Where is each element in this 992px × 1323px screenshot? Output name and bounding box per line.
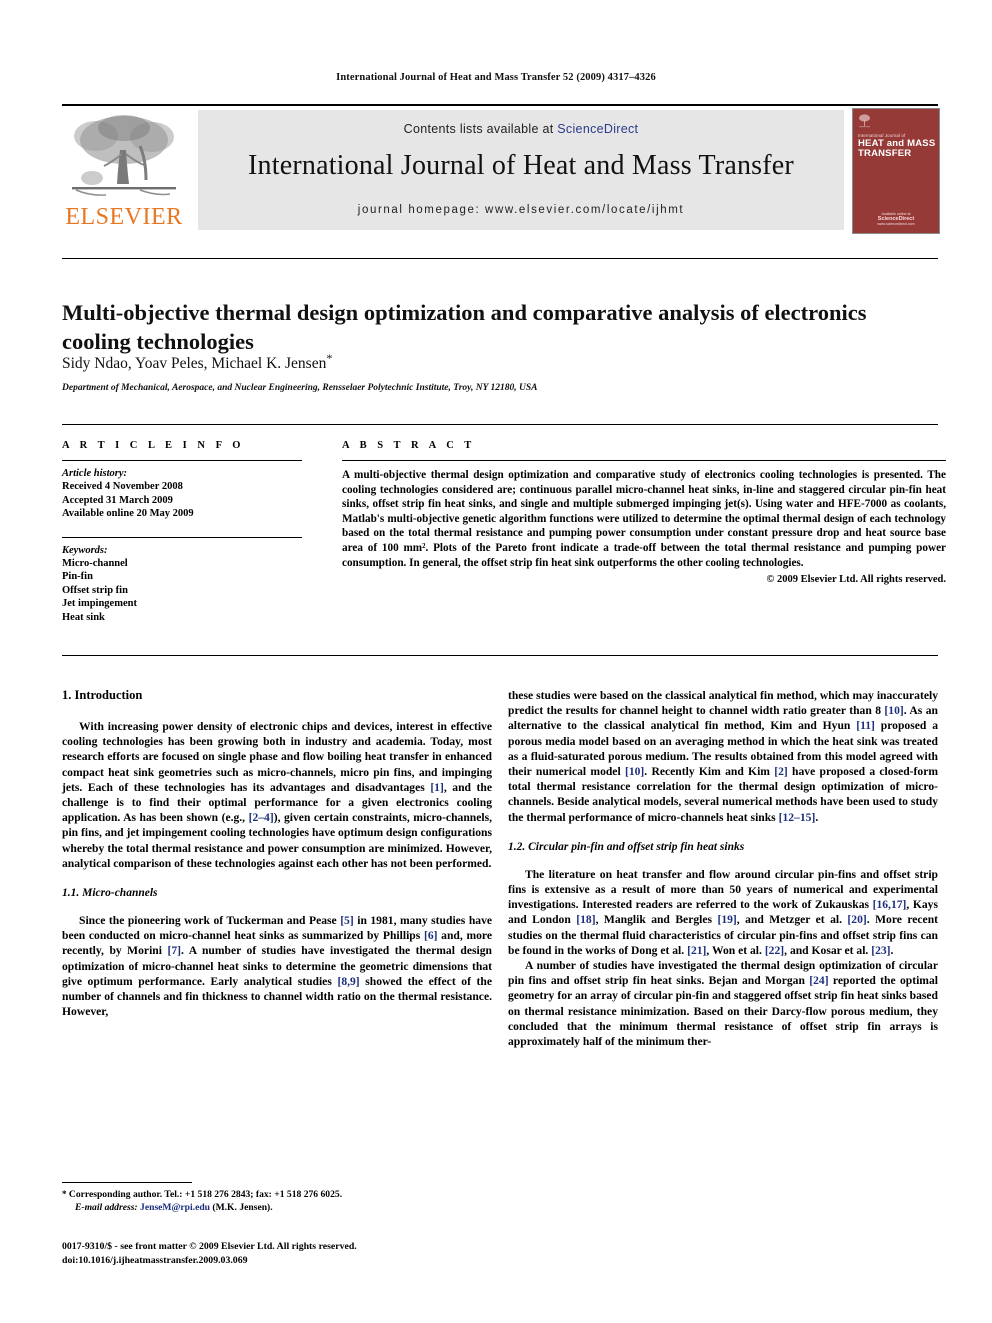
email-label: E-mail address: xyxy=(75,1202,138,1213)
paragraph: Since the pioneering work of Tuckerman a… xyxy=(62,914,493,1019)
paper-page: International Journal of Heat and Mass T… xyxy=(0,0,992,1323)
journal-masthead: ELSEVIER Contents lists available at Sci… xyxy=(62,104,940,234)
citation-ref[interactable]: [2–4] xyxy=(249,811,274,824)
citation-ref[interactable]: [6] xyxy=(424,929,438,942)
elsevier-wordmark: ELSEVIER xyxy=(65,204,183,230)
section-heading-introduction: 1. Introduction xyxy=(62,688,143,702)
paragraph: these studies were based on the classica… xyxy=(508,689,939,824)
citation-ref[interactable]: [16,17] xyxy=(873,898,907,911)
citation-ref[interactable]: [24] xyxy=(809,974,828,987)
citation-ref[interactable]: [8,9] xyxy=(337,975,359,988)
section-heading-pin-fin: 1.2. Circular pin-fin and offset strip f… xyxy=(508,840,745,853)
keyword-item: Heat sink xyxy=(62,611,105,623)
journal-band: Contents lists available at ScienceDirec… xyxy=(198,110,844,230)
corresponding-author-marker: * xyxy=(326,351,333,365)
email-note: E-mail address: JenseM@rpi.edu (M.K. Jen… xyxy=(62,1201,492,1214)
keyword-item: Micro-channel xyxy=(62,557,128,569)
elsevier-logo: ELSEVIER xyxy=(62,110,186,232)
cover-footer-line3: www.sciencedirect.com xyxy=(877,222,915,226)
citation-ref[interactable]: [21] xyxy=(687,944,706,957)
citation-ref[interactable]: [19] xyxy=(717,913,736,926)
info-band-bottom-rule xyxy=(62,655,938,656)
journal-title: International Journal of Heat and Mass T… xyxy=(248,150,794,181)
author-names: Sidy Ndao, Yoav Peles, Michael K. Jensen xyxy=(62,355,327,373)
citation-ref[interactable]: [23] xyxy=(871,944,890,957)
body-column-right: these studies were based on the classica… xyxy=(508,688,938,1049)
email-owner: (M.K. Jensen). xyxy=(212,1202,273,1213)
cover-footer: Available online at ScienceDirect www.sc… xyxy=(853,212,939,227)
footnote-block: * Corresponding author. Tel.: +1 518 276… xyxy=(62,1188,492,1214)
running-head: International Journal of Heat and Mass T… xyxy=(336,72,656,83)
issn-doi-block: 0017-9310/$ - see front matter © 2009 El… xyxy=(62,1240,492,1267)
citation-ref[interactable]: [5] xyxy=(340,914,354,927)
article-info-column: A R T I C L E I N F O Article history: R… xyxy=(62,440,307,624)
paragraph: With increasing power density of electro… xyxy=(62,720,493,870)
body-column-left: 1. Introduction With increasing power de… xyxy=(62,688,492,1019)
issn-line: 0017-9310/$ - see front matter © 2009 El… xyxy=(62,1241,357,1252)
cover-elsevier-tree-icon xyxy=(859,114,870,128)
page-title: Multi-objective thermal design optimizat… xyxy=(62,300,867,355)
contents-available-line: Contents lists available at ScienceDirec… xyxy=(198,122,844,136)
footnote-rule xyxy=(62,1182,192,1183)
article-history-accepted: Accepted 31 March 2009 xyxy=(62,494,173,506)
paragraph: A number of studies have investigated th… xyxy=(508,959,938,1049)
citation-ref[interactable]: [12–15] xyxy=(779,811,816,824)
paragraph: The literature on heat transfer and flow… xyxy=(508,867,939,957)
abstract-copyright: © 2009 Elsevier Ltd. All rights reserved… xyxy=(766,574,946,586)
section-heading-micro-channels: 1.1. Micro-channels xyxy=(62,887,158,900)
citation-ref[interactable]: [1] xyxy=(430,781,444,794)
keywords-rule xyxy=(62,536,302,538)
article-info-heading: A R T I C L E I N F O xyxy=(62,440,245,451)
contents-prefix: Contents lists available at xyxy=(403,122,558,136)
keyword-item: Offset strip fin xyxy=(62,584,128,596)
masthead-top-rule xyxy=(62,104,938,106)
abstract-heading: A B S T R A C T xyxy=(342,440,476,451)
corresponding-author-note: * Corresponding author. Tel.: +1 518 276… xyxy=(62,1188,492,1201)
keyword-item: Jet impingement xyxy=(62,598,137,609)
keywords-label: Keywords: xyxy=(62,544,108,556)
title-top-rule xyxy=(62,258,938,259)
citation-ref[interactable]: [22] xyxy=(765,944,784,957)
sciencedirect-link[interactable]: ScienceDirect xyxy=(557,122,638,136)
journal-homepage[interactable]: journal homepage: www.elsevier.com/locat… xyxy=(198,204,844,216)
citation-ref[interactable]: [7] xyxy=(167,944,181,957)
citation-ref[interactable]: [10] xyxy=(884,704,903,717)
citation-ref[interactable]: [18] xyxy=(576,913,595,926)
abstract-column: A B S T R A C T A multi-objective therma… xyxy=(342,440,946,585)
author-list: Sidy Ndao, Yoav Peles, Michael K. Jensen… xyxy=(62,351,922,373)
article-history-received: Received 4 November 2008 xyxy=(62,481,183,492)
cover-maintitle: HEAT and MASS TRANSFER xyxy=(858,138,936,159)
info-band-top-rule xyxy=(62,424,938,425)
footnote-star-icon: * xyxy=(62,1189,67,1199)
elsevier-tree-icon xyxy=(72,115,176,196)
citation-ref[interactable]: [11] xyxy=(856,719,875,732)
article-history-label: Article history: xyxy=(62,468,128,479)
citation-ref[interactable]: [10] xyxy=(625,765,644,778)
article-info-rule xyxy=(62,460,302,461)
citation-ref[interactable]: [2] xyxy=(774,765,788,778)
abstract-rule xyxy=(342,460,946,461)
citation-ref[interactable]: [20] xyxy=(847,913,866,926)
affiliation: Department of Mechanical, Aerospace, and… xyxy=(62,383,538,393)
keyword-item: Pin-fin xyxy=(62,571,93,582)
journal-cover-thumbnail: International Journal of HEAT and MASS T… xyxy=(852,108,940,234)
corresponding-author-text: Corresponding author. Tel.: +1 518 276 2… xyxy=(68,1189,343,1200)
doi-line: doi:10.1016/j.ijheatmasstransfer.2009.03… xyxy=(62,1254,248,1266)
email-link[interactable]: JenseM@rpi.edu xyxy=(140,1202,210,1213)
abstract-text: A multi-objective thermal design optimiz… xyxy=(342,469,946,569)
article-history-online: Available online 20 May 2009 xyxy=(62,508,194,519)
